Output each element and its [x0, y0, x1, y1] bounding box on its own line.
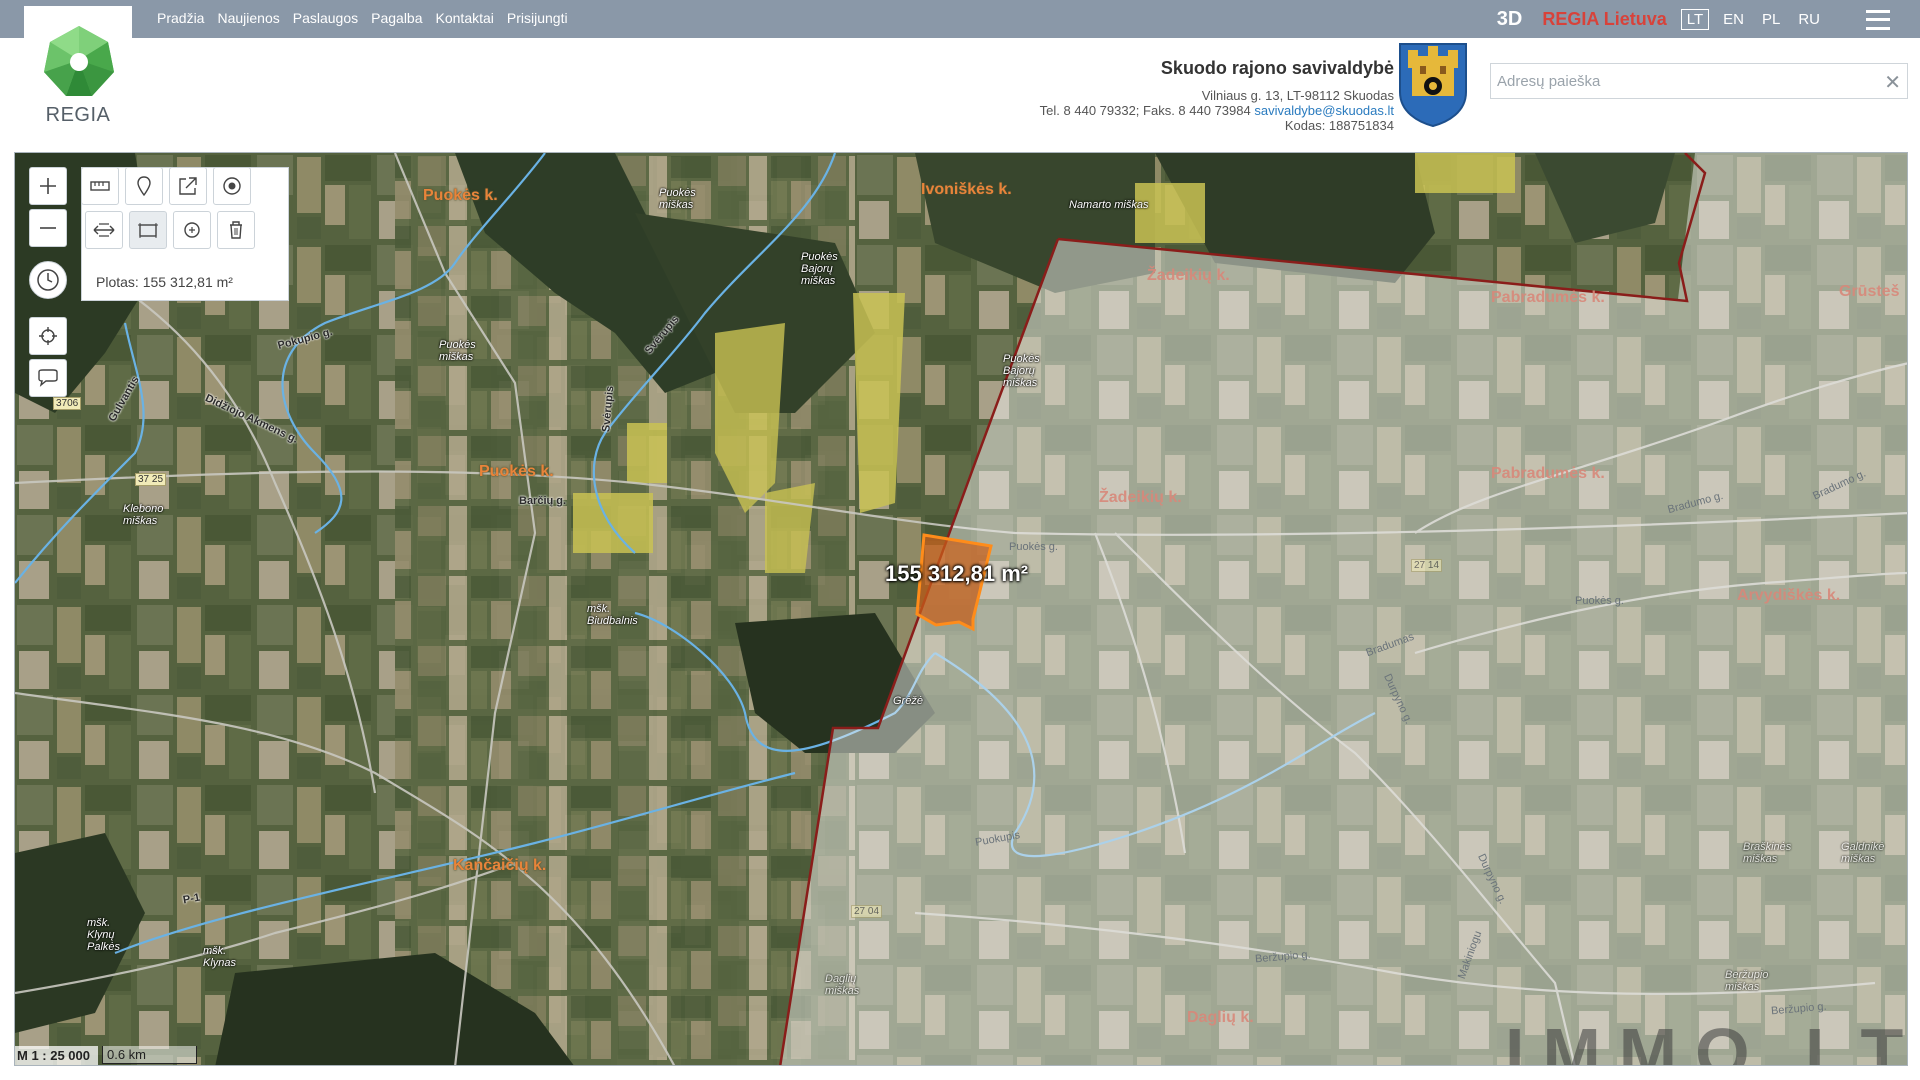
village-label: Ivoniškės k. — [921, 181, 1012, 198]
road-number: 37 25 — [135, 473, 167, 486]
measure-area-button[interactable] — [129, 211, 167, 249]
place-label: Puokės miškas — [659, 187, 696, 211]
watermark: IMMO.LT — [1505, 1014, 1908, 1066]
area-result: Plotas: 155 312,81 m² — [96, 274, 233, 290]
place-label: mšk. Klynų Palkės — [87, 917, 121, 953]
crosshair-icon — [39, 327, 57, 345]
address-search: ✕ — [1490, 63, 1908, 99]
target-button[interactable] — [213, 167, 251, 205]
village-label: Puokės k. — [423, 187, 498, 204]
nav-item-contacts[interactable]: Kontaktai — [436, 10, 494, 26]
clear-search-icon[interactable]: ✕ — [1884, 70, 1901, 95]
right-nav: 3D REGIA Lietuva LT EN PL RU — [1497, 8, 1890, 31]
scale-distance: 0.6 km — [102, 1046, 198, 1064]
lang-lt[interactable]: LT — [1680, 9, 1710, 30]
municipality-name: Skuodo rajono savivaldybė — [1160, 58, 1394, 78]
regia-lietuva-link[interactable]: REGIA Lietuva — [1542, 9, 1666, 30]
road-number: 27 04 — [851, 905, 883, 918]
village-label: Daglių k. — [1187, 1009, 1254, 1026]
village-label: Puokės k. — [479, 463, 554, 480]
road-label: Barčių g. — [519, 495, 567, 507]
measure-area-icon — [138, 223, 158, 238]
speech-bubble-icon — [38, 369, 58, 387]
municipality-phone: Tel. 8 440 79332; Faks. 8 440 73984 — [1039, 103, 1251, 118]
municipality-address: Vilniaus g. 13, LT-98112 Skuodas — [1201, 88, 1394, 103]
nav-item-home[interactable]: Pradžia — [157, 10, 204, 26]
municipality-info: Skuodo rajono savivaldybė Vilniaus g. 13… — [1040, 58, 1394, 133]
place-label: Klebono miškas — [123, 503, 164, 527]
hamburger-menu-icon[interactable] — [1866, 9, 1890, 30]
history-button[interactable] — [29, 261, 67, 299]
regia-logo[interactable]: REGIA — [24, 6, 132, 144]
lang-pl[interactable]: PL — [1762, 11, 1780, 28]
road-number: 3706 — [53, 397, 82, 410]
logo-text: REGIA — [45, 104, 111, 126]
village-label: Žadeikių k. — [1147, 267, 1230, 284]
measure-distance-icon — [93, 223, 115, 237]
trash-icon — [230, 221, 242, 239]
place-label: Puokės Bajorų miškas — [1003, 353, 1040, 389]
place-label: Grėžė — [893, 695, 923, 707]
share-button[interactable] — [169, 167, 207, 205]
road-label: Puokės g. — [1575, 595, 1624, 607]
delete-button[interactable] — [217, 211, 255, 249]
address-search-input[interactable] — [1491, 64, 1871, 98]
place-label: Galdnikė miškas — [1841, 841, 1885, 865]
history-icon — [37, 269, 59, 291]
village-label: Arvydiškės k. — [1737, 587, 1841, 604]
place-label: mšk. Klynas — [203, 945, 237, 969]
place-label: Beržupio miškas — [1725, 969, 1769, 993]
measure-clear-button[interactable] — [173, 211, 211, 249]
map-scale: M 1 : 25 000 0.6 km — [15, 1045, 198, 1065]
road-number: 27 14 — [1411, 559, 1443, 572]
zoom-out-icon — [40, 227, 56, 229]
village-label: Grūsteš — [1839, 283, 1900, 300]
zoom-out-button[interactable] — [29, 209, 67, 247]
place-label: Braškinės miškas — [1743, 841, 1792, 865]
share-icon — [179, 177, 197, 195]
nav-item-login[interactable]: Prisijungti — [507, 10, 568, 26]
scale-ratio: M 1 : 25 000 — [15, 1045, 98, 1065]
place-label: Namarto miškas — [1069, 199, 1149, 211]
road-label: Puokės g. — [1009, 541, 1058, 553]
measured-area-label: 155 312,81 m² — [885, 561, 1029, 586]
municipality-contacts: Tel. 8 440 79332; Faks. 8 440 73984 savi… — [1040, 103, 1394, 118]
regia-logo-icon — [44, 26, 114, 96]
main-nav: Pradžia Naujienos Paslaugos Pagalba Kont… — [157, 10, 568, 26]
place-label: Daglių miškas — [825, 973, 860, 997]
crosshair-button[interactable] — [29, 317, 67, 355]
village-label: Pabradumės k. — [1491, 289, 1605, 306]
municipality-email[interactable]: savivaldybe@skuodas.lt — [1254, 103, 1394, 118]
3d-button[interactable]: 3D — [1497, 8, 1523, 31]
nav-item-services[interactable]: Paslaugos — [293, 10, 358, 26]
place-label: mšk. Biudbalnis — [587, 603, 638, 627]
village-label: Pabradumės k. — [1491, 465, 1605, 482]
village-label: Žadeikių k. — [1099, 489, 1182, 506]
place-label: Puokės Bajorų miškas — [801, 251, 838, 287]
zoom-in-button[interactable] — [29, 167, 67, 205]
zoom-in-icon — [40, 178, 56, 194]
measure-distance-button[interactable] — [85, 211, 123, 249]
ruler-button[interactable] — [81, 167, 119, 205]
target-icon — [223, 177, 241, 195]
map-view[interactable]: Puokės k. Ivoniškės k. Puokės k. Žadeiki… — [14, 152, 1908, 1066]
ruler-icon — [90, 181, 110, 191]
measure-clear-icon — [184, 222, 200, 238]
lang-ru[interactable]: RU — [1798, 11, 1820, 28]
location-pin-icon — [137, 176, 151, 196]
nav-item-help[interactable]: Pagalba — [371, 10, 422, 26]
location-pin-button[interactable] — [125, 167, 163, 205]
place-label: Puokės miškas — [439, 339, 476, 363]
comment-button[interactable] — [29, 359, 67, 397]
map-imagery — [15, 153, 1907, 1065]
nav-item-news[interactable]: Naujienos — [217, 10, 279, 26]
lang-en[interactable]: EN — [1723, 11, 1744, 28]
municipality-code: Kodas: 188751834 — [1284, 118, 1394, 133]
top-bar: Pradžia Naujienos Paslaugos Pagalba Kont… — [0, 0, 1920, 38]
coat-of-arms-icon — [1399, 43, 1467, 128]
village-label: Kančaičių k. — [453, 857, 547, 874]
